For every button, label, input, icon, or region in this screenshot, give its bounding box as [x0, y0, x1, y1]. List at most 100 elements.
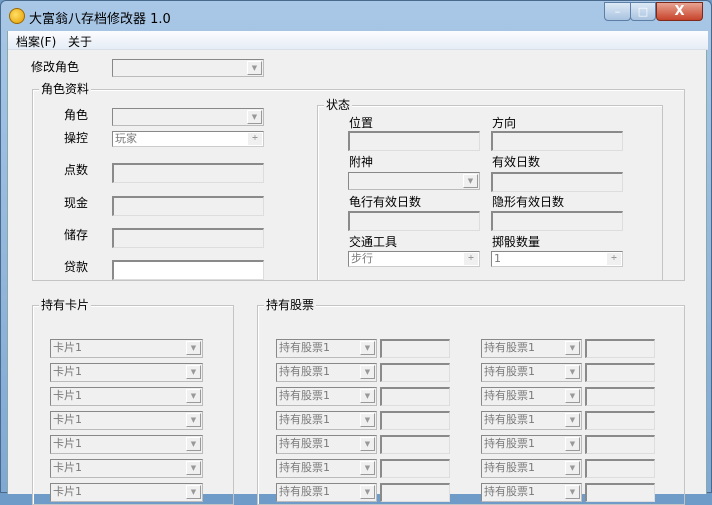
cash-label: 现金 — [64, 196, 89, 210]
position-input[interactable] — [348, 131, 480, 151]
dropdown-arrow-icon[interactable]: ▼ — [565, 365, 580, 379]
points-input[interactable] — [112, 163, 264, 183]
invisible-days-input[interactable] — [491, 211, 623, 231]
stock-amount-input[interactable] — [380, 459, 450, 478]
combo-value: 卡片1 — [53, 389, 82, 402]
dropdown-arrow-icon[interactable]: ▼ — [463, 174, 478, 188]
dropdown-arrow-icon[interactable]: ▼ — [247, 61, 262, 75]
maximize-button[interactable]: □ — [630, 2, 656, 21]
dropdown-arrow-icon[interactable]: ▼ — [360, 341, 375, 355]
spin-icon[interactable]: ÷ — [607, 253, 621, 265]
dropdown-arrow-icon[interactable]: ▼ — [186, 437, 201, 451]
combo-value: 卡片1 — [53, 341, 82, 354]
modify-role-label: 修改角色 — [31, 60, 80, 74]
menu-about[interactable]: 关于 — [68, 33, 92, 50]
role-info-title: 角色资料 — [39, 82, 92, 96]
stock-combo[interactable]: 持有股票1 ▼ — [481, 411, 582, 430]
stock-combo[interactable]: 持有股票1 ▼ — [276, 339, 377, 358]
combo-value: 持有股票1 — [279, 485, 330, 498]
dropdown-arrow-icon[interactable]: ▼ — [360, 437, 375, 451]
stock-amount-input[interactable] — [380, 411, 450, 430]
stock-combo[interactable]: 持有股票1 ▼ — [481, 363, 582, 382]
dropdown-arrow-icon[interactable]: ▼ — [360, 365, 375, 379]
stock-combo[interactable]: 持有股票1 ▼ — [276, 363, 377, 382]
stock-amount-input[interactable] — [585, 435, 655, 454]
stock-combo[interactable]: 持有股票1 ▼ — [481, 435, 582, 454]
spinner-value: 步行 — [351, 252, 373, 265]
vehicle-spinner[interactable]: 步行 ÷ — [348, 251, 480, 267]
stock-amount-input[interactable] — [585, 363, 655, 382]
stock-amount-input[interactable] — [585, 339, 655, 358]
dropdown-arrow-icon[interactable]: ▼ — [186, 461, 201, 475]
dice-spinner[interactable]: 1 ÷ — [491, 251, 623, 267]
card-combo[interactable]: 卡片1 ▼ — [50, 387, 203, 406]
savings-input[interactable] — [112, 228, 264, 248]
combo-value: 卡片1 — [53, 437, 82, 450]
stock-combo[interactable]: 持有股票1 ▼ — [276, 459, 377, 478]
dropdown-arrow-icon[interactable]: ▼ — [186, 389, 201, 403]
dropdown-arrow-icon[interactable]: ▼ — [565, 413, 580, 427]
stock-amount-input[interactable] — [585, 387, 655, 406]
title-bar: 大富翁八存档修改器 1.0 – □ X — [1, 1, 712, 31]
card-combo[interactable]: 卡片1 ▼ — [50, 339, 203, 358]
loan-input[interactable] — [112, 260, 264, 280]
stocks-title: 持有股票 — [264, 298, 317, 312]
combo-value: 卡片1 — [53, 485, 82, 498]
card-combo[interactable]: 卡片1 ▼ — [50, 435, 203, 454]
turtle-days-input[interactable] — [348, 211, 480, 231]
stock-combo[interactable]: 持有股票1 ▼ — [481, 459, 582, 478]
stock-amount-input[interactable] — [380, 339, 450, 358]
stock-combo[interactable]: 持有股票1 ▼ — [276, 387, 377, 406]
menu-file[interactable]: 档案(F) — [16, 33, 56, 50]
dropdown-arrow-icon[interactable]: ▼ — [186, 365, 201, 379]
client-area: 档案(F) 关于 修改角色 ▼ 角色资料 角色 ▼ 操控 玩家 ÷ 点数 现金 储… — [7, 31, 708, 505]
dropdown-arrow-icon[interactable]: ▼ — [186, 485, 201, 499]
dropdown-arrow-icon[interactable]: ▼ — [565, 461, 580, 475]
stock-combo[interactable]: 持有股票1 ▼ — [481, 387, 582, 406]
stock-amount-input[interactable] — [380, 435, 450, 454]
cash-input[interactable] — [112, 196, 264, 216]
close-button[interactable]: X — [656, 2, 703, 21]
direction-label: 方向 — [492, 116, 517, 130]
loan-label: 贷款 — [64, 260, 89, 274]
role-label: 角色 — [64, 108, 89, 122]
dropdown-arrow-icon[interactable]: ▼ — [186, 341, 201, 355]
dropdown-arrow-icon[interactable]: ▼ — [247, 110, 262, 124]
control-spinner[interactable]: 玩家 ÷ — [112, 131, 264, 147]
minimize-button[interactable]: – — [604, 2, 631, 21]
stock-amount-input[interactable] — [380, 387, 450, 406]
dropdown-arrow-icon[interactable]: ▼ — [565, 437, 580, 451]
control-label: 操控 — [64, 131, 89, 145]
app-window: 大富翁八存档修改器 1.0 – □ X 档案(F) 关于 修改角色 ▼ 角色资料… — [0, 0, 712, 505]
turtle-days-label: 龟行有效日数 — [349, 195, 422, 209]
combo-value: 持有股票1 — [484, 461, 535, 474]
dropdown-arrow-icon[interactable]: ▼ — [360, 413, 375, 427]
card-combo[interactable]: 卡片1 ▼ — [50, 363, 203, 382]
dropdown-arrow-icon[interactable]: ▼ — [565, 389, 580, 403]
stock-amount-input[interactable] — [585, 459, 655, 478]
card-combo[interactable]: 卡片1 ▼ — [50, 411, 203, 430]
stock-amount-input[interactable] — [380, 363, 450, 382]
dropdown-arrow-icon[interactable]: ▼ — [186, 413, 201, 427]
dropdown-arrow-icon[interactable]: ▼ — [360, 461, 375, 475]
stock-combo[interactable]: 持有股票1 ▼ — [481, 339, 582, 358]
spin-icon[interactable]: ÷ — [248, 133, 262, 145]
dropdown-arrow-icon[interactable]: ▼ — [565, 341, 580, 355]
modify-role-combo[interactable]: ▼ — [112, 59, 264, 77]
combo-value: 卡片1 — [53, 365, 82, 378]
deity-combo[interactable]: ▼ — [348, 172, 480, 190]
card-combo[interactable]: 卡片1 ▼ — [50, 459, 203, 478]
spin-icon[interactable]: ÷ — [464, 253, 478, 265]
stock-amount-input[interactable] — [585, 411, 655, 430]
combo-value: 持有股票1 — [279, 461, 330, 474]
valid-days-input[interactable] — [491, 172, 623, 192]
app-icon — [9, 8, 25, 24]
dropdown-arrow-icon[interactable]: ▼ — [360, 485, 375, 499]
stock-combo[interactable]: 持有股票1 ▼ — [276, 435, 377, 454]
dropdown-arrow-icon[interactable]: ▼ — [360, 389, 375, 403]
combo-value: 持有股票1 — [484, 413, 535, 426]
dropdown-arrow-icon[interactable]: ▼ — [565, 485, 580, 499]
role-combo[interactable]: ▼ — [112, 108, 264, 126]
stock-combo[interactable]: 持有股票1 ▼ — [276, 411, 377, 430]
direction-input[interactable] — [491, 131, 623, 151]
